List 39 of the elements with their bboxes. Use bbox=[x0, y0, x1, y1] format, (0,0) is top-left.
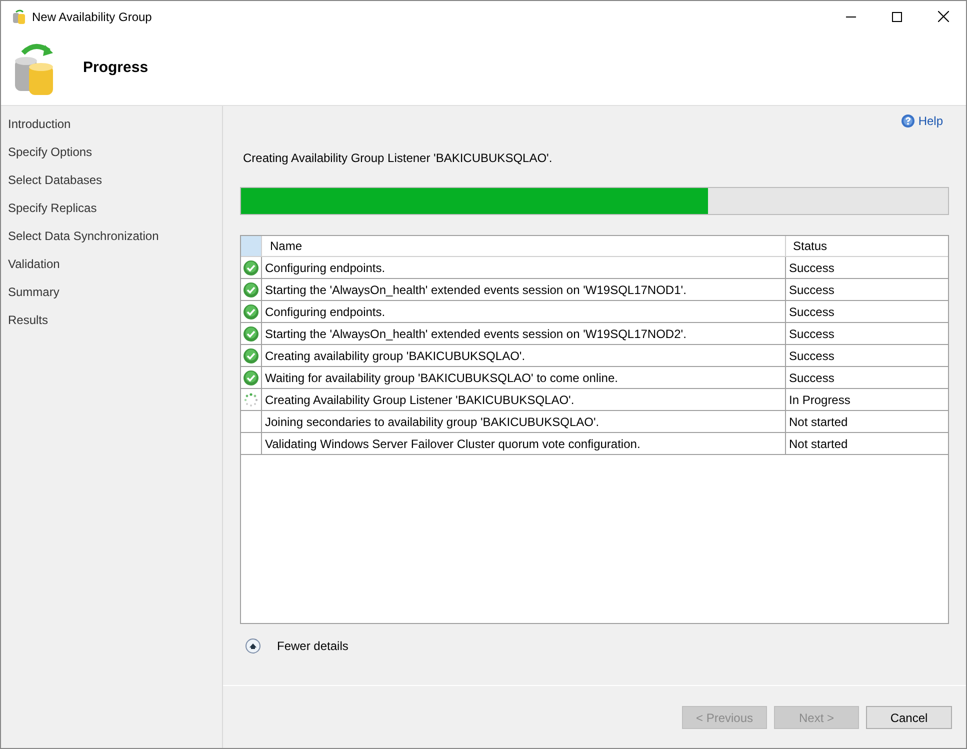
sidebar-item[interactable]: Select Data Synchronization bbox=[8, 227, 222, 255]
table-cell: Configuring endpoints. bbox=[262, 301, 786, 322]
column-header[interactable]: Status bbox=[786, 236, 948, 256]
table-cell: Validating Windows Server Failover Cluster quorum vote configuration. bbox=[262, 433, 786, 454]
sidebar-item[interactable]: Results bbox=[8, 311, 222, 339]
table-cell: Configuring endpoints. bbox=[262, 257, 786, 278]
status-message: Creating Availability Group Listener 'BAKICUBUKSQLAO'. bbox=[243, 151, 552, 165]
table-cell-text: Success bbox=[788, 326, 836, 342]
sidebar-item[interactable]: Select Databases bbox=[8, 171, 222, 199]
column-header[interactable]: Name bbox=[262, 236, 786, 256]
table-cell-text: Success bbox=[788, 282, 836, 298]
table-cell-text: In Progress bbox=[788, 392, 852, 408]
wizard-button[interactable]: Cancel bbox=[866, 706, 952, 729]
sidebar-item[interactable]: Validation bbox=[8, 255, 222, 283]
table-cell: Waiting for availability group 'BAKICUBUKSQLAO' to come online. bbox=[262, 367, 786, 388]
table-cell-text: Success bbox=[788, 304, 836, 320]
table-cell: Creating Availability Group Listener 'BAKICUBUKSQLAO'. bbox=[262, 389, 786, 410]
table-cell: Starting the 'AlwaysOn_health' extended events session on 'W19SQL17NOD1'. bbox=[262, 279, 786, 300]
sidebar-item[interactable]: Introduction bbox=[8, 115, 222, 143]
sidebar-item[interactable]: Summary bbox=[8, 283, 222, 311]
table-cell-text: Success bbox=[788, 348, 836, 364]
app-icon bbox=[11, 8, 27, 24]
table-cell-text: Success bbox=[788, 370, 836, 386]
collapse-icon bbox=[245, 638, 261, 654]
window-title: New Availability Group bbox=[32, 8, 152, 26]
table-cell: Starting the 'AlwaysOn_health' extended events session on 'W19SQL17NOD2'. bbox=[262, 323, 786, 344]
table-cell: Creating availability group 'BAKICUBUKSQLAO'. bbox=[262, 345, 786, 366]
help-icon bbox=[901, 114, 916, 128]
table-cell-text: Not started bbox=[788, 436, 849, 452]
fewer-details-button[interactable]: Fewer details bbox=[245, 637, 348, 655]
page-title: Progress bbox=[83, 58, 148, 78]
sidebar-item[interactable]: Specify Replicas bbox=[8, 199, 222, 227]
sidebar-item[interactable]: Specify Options bbox=[8, 143, 222, 171]
close-icon bbox=[938, 11, 948, 22]
maximize-icon bbox=[892, 12, 902, 22]
table-cell: Joining secondaries to availability group 'BAKICUBUKSQLAO'. bbox=[262, 411, 786, 432]
help-link[interactable]: Help bbox=[901, 112, 943, 130]
table-cell-text: Success bbox=[788, 260, 836, 276]
table-cell-text: Not started bbox=[788, 414, 849, 430]
